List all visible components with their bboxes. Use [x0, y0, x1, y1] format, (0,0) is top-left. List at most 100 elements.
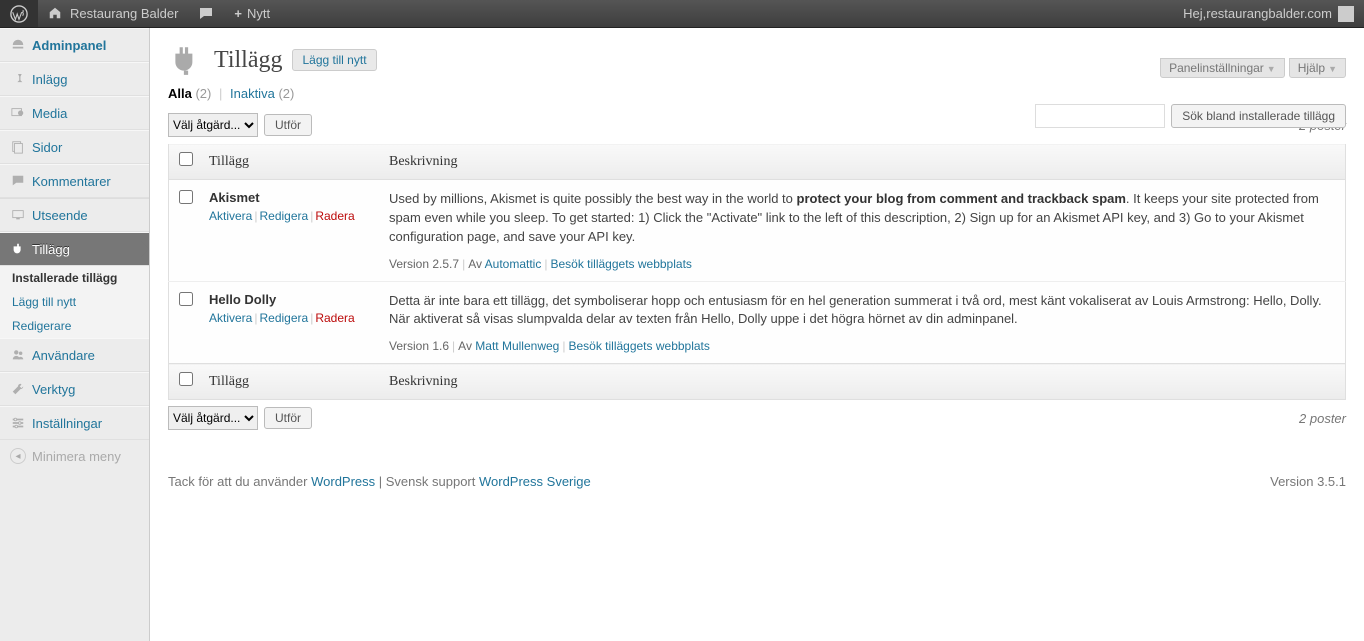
plugin-meta: Version 2.5.7|Av Automattic|Besök tilläg… — [389, 257, 1337, 271]
comments-icon — [10, 173, 26, 189]
help-tab[interactable]: Hjälp▼ — [1289, 58, 1346, 78]
plugin-name: Hello Dolly — [209, 292, 276, 307]
dashboard-icon — [10, 37, 26, 53]
wp-logo[interactable] — [0, 0, 38, 27]
sidebar-item-dashboard[interactable]: Adminpanel — [0, 28, 149, 62]
collapse-menu[interactable]: ◂ Minimera meny — [0, 440, 149, 472]
add-new-plugin-button[interactable]: Lägg till nytt — [292, 49, 376, 71]
wp-version: Version 3.5.1 — [1270, 474, 1346, 489]
edit-link[interactable]: Redigera — [259, 209, 308, 223]
sidebar-item-users[interactable]: Användare — [0, 338, 149, 372]
col-plugin-header[interactable]: Tillägg — [201, 144, 381, 180]
home-icon — [48, 6, 64, 22]
filter-inactive[interactable]: Inaktiva — [230, 86, 275, 101]
delete-link[interactable]: Radera — [315, 311, 354, 325]
select-all-top[interactable] — [179, 152, 193, 166]
col-desc-footer[interactable]: Beskrivning — [381, 364, 1346, 400]
sidebar-label: Sidor — [32, 140, 62, 155]
select-plugin-checkbox[interactable] — [179, 292, 193, 306]
sidebar-label: Tillägg — [32, 242, 70, 257]
plugin-description: Used by millions, Akismet is quite possi… — [389, 190, 1337, 247]
sidebar-label: Verktyg — [32, 382, 75, 397]
pages-icon — [10, 139, 26, 155]
plugin-search-input[interactable] — [1035, 104, 1165, 128]
edit-link[interactable]: Redigera — [259, 311, 308, 325]
bulk-action-select-top[interactable]: Välj åtgärd... — [168, 113, 258, 137]
footer-thanks: Tack för att du använder WordPress | Sve… — [168, 474, 591, 489]
bulk-apply-top[interactable]: Utför — [264, 114, 312, 136]
items-count-bottom: 2 poster — [1299, 411, 1346, 426]
sidebar-label: Inställningar — [32, 416, 102, 431]
akismet-signup-link[interactable]: Sign up for an Akismet API key — [970, 210, 1147, 225]
plugins-icon — [10, 241, 26, 257]
sidebar-item-appearance[interactable]: Utseende — [0, 198, 149, 232]
chevron-down-icon: ▼ — [1267, 64, 1276, 74]
filter-all[interactable]: Alla — [168, 86, 192, 101]
plugin-version: Version 2.5.7 — [389, 257, 459, 271]
plugin-search-button[interactable]: Sök bland installerade tillägg — [1171, 104, 1346, 128]
select-all-bottom[interactable] — [179, 372, 193, 386]
activate-link[interactable]: Aktivera — [209, 209, 252, 223]
bulk-apply-bottom[interactable]: Utför — [264, 407, 312, 429]
delete-link[interactable]: Radera — [315, 209, 354, 223]
plugin-version: Version 1.6 — [389, 339, 449, 353]
plugin-author-link[interactable]: Automattic — [485, 257, 542, 271]
plugin-row: Akismet Aktivera|Redigera|Radera Used by… — [169, 180, 1346, 282]
plugins-page-icon — [168, 42, 204, 78]
collapse-icon: ◂ — [10, 448, 26, 464]
howdy-prefix: Hej, — [1183, 6, 1206, 21]
sidebar-label: Media — [32, 106, 67, 121]
users-icon — [10, 347, 26, 363]
collapse-label: Minimera meny — [32, 449, 121, 464]
comments-bubble[interactable] — [188, 0, 224, 27]
new-content[interactable]: + Nytt — [224, 0, 280, 27]
sidebar-item-media[interactable]: Media — [0, 96, 149, 130]
sidebar-item-posts[interactable]: Inlägg — [0, 62, 149, 96]
media-icon — [10, 105, 26, 121]
filter-all-count: (2) — [195, 86, 211, 101]
user-display-name: restaurangbalder.com — [1206, 6, 1332, 21]
sidebar-label: Inlägg — [32, 72, 67, 87]
col-desc-header[interactable]: Beskrivning — [381, 144, 1346, 180]
my-account[interactable]: Hej, restaurangbalder.com — [1173, 0, 1364, 27]
sidebar-item-pages[interactable]: Sidor — [0, 130, 149, 164]
avatar — [1338, 6, 1354, 22]
wordpress-link[interactable]: WordPress — [311, 474, 375, 489]
site-name-link[interactable]: Restaurang Balder — [38, 0, 188, 27]
sidebar-label: Utseende — [32, 208, 88, 223]
plugin-author-link[interactable]: Matt Mullenweg — [475, 339, 559, 353]
wp-sverige-link[interactable]: WordPress Sverige — [479, 474, 591, 489]
activate-link[interactable]: Aktivera — [209, 311, 252, 325]
new-label: Nytt — [247, 6, 270, 21]
pin-icon — [10, 71, 26, 87]
plugin-site-link[interactable]: Besök tilläggets webbplats — [568, 339, 709, 353]
page-title: Tillägg — [214, 47, 282, 74]
sidebar-label: Användare — [32, 348, 95, 363]
plugin-meta: Version 1.6|Av Matt Mullenweg|Besök till… — [389, 339, 1337, 353]
plugin-name: Akismet — [209, 190, 260, 205]
sidebar-label: Adminpanel — [32, 38, 106, 53]
sidebar-item-tools[interactable]: Verktyg — [0, 372, 149, 406]
settings-icon — [10, 415, 26, 431]
submenu-plugin-editor[interactable]: Redigerare — [0, 314, 149, 338]
appearance-icon — [10, 207, 26, 223]
submenu-add-new-plugin[interactable]: Lägg till nytt — [0, 290, 149, 314]
submenu-installed-plugins[interactable]: Installerade tillägg — [0, 266, 149, 290]
bulk-action-select-bottom[interactable]: Välj åtgärd... — [168, 406, 258, 430]
sidebar-item-settings[interactable]: Inställningar — [0, 406, 149, 440]
sidebar-item-comments[interactable]: Kommentarer — [0, 164, 149, 198]
plugins-submenu: Installerade tillägg Lägg till nytt Redi… — [0, 266, 149, 338]
sidebar-label: Kommentarer — [32, 174, 111, 189]
sidebar-item-plugins[interactable]: Tillägg — [0, 232, 149, 266]
col-plugin-footer[interactable]: Tillägg — [201, 364, 381, 400]
plugin-site-link[interactable]: Besök tilläggets webbplats — [550, 257, 691, 271]
plugin-description: Detta är inte bara ett tillägg, det symb… — [389, 292, 1337, 330]
filter-inactive-count: (2) — [278, 86, 294, 101]
plugin-row: Hello Dolly Aktivera|Redigera|Radera Det… — [169, 281, 1346, 364]
select-plugin-checkbox[interactable] — [179, 190, 193, 204]
tools-icon — [10, 381, 26, 397]
site-name-text: Restaurang Balder — [70, 6, 178, 21]
chevron-down-icon: ▼ — [1328, 64, 1337, 74]
screen-options-tab[interactable]: Panelinställningar▼ — [1160, 58, 1285, 78]
plus-icon: + — [234, 6, 242, 21]
